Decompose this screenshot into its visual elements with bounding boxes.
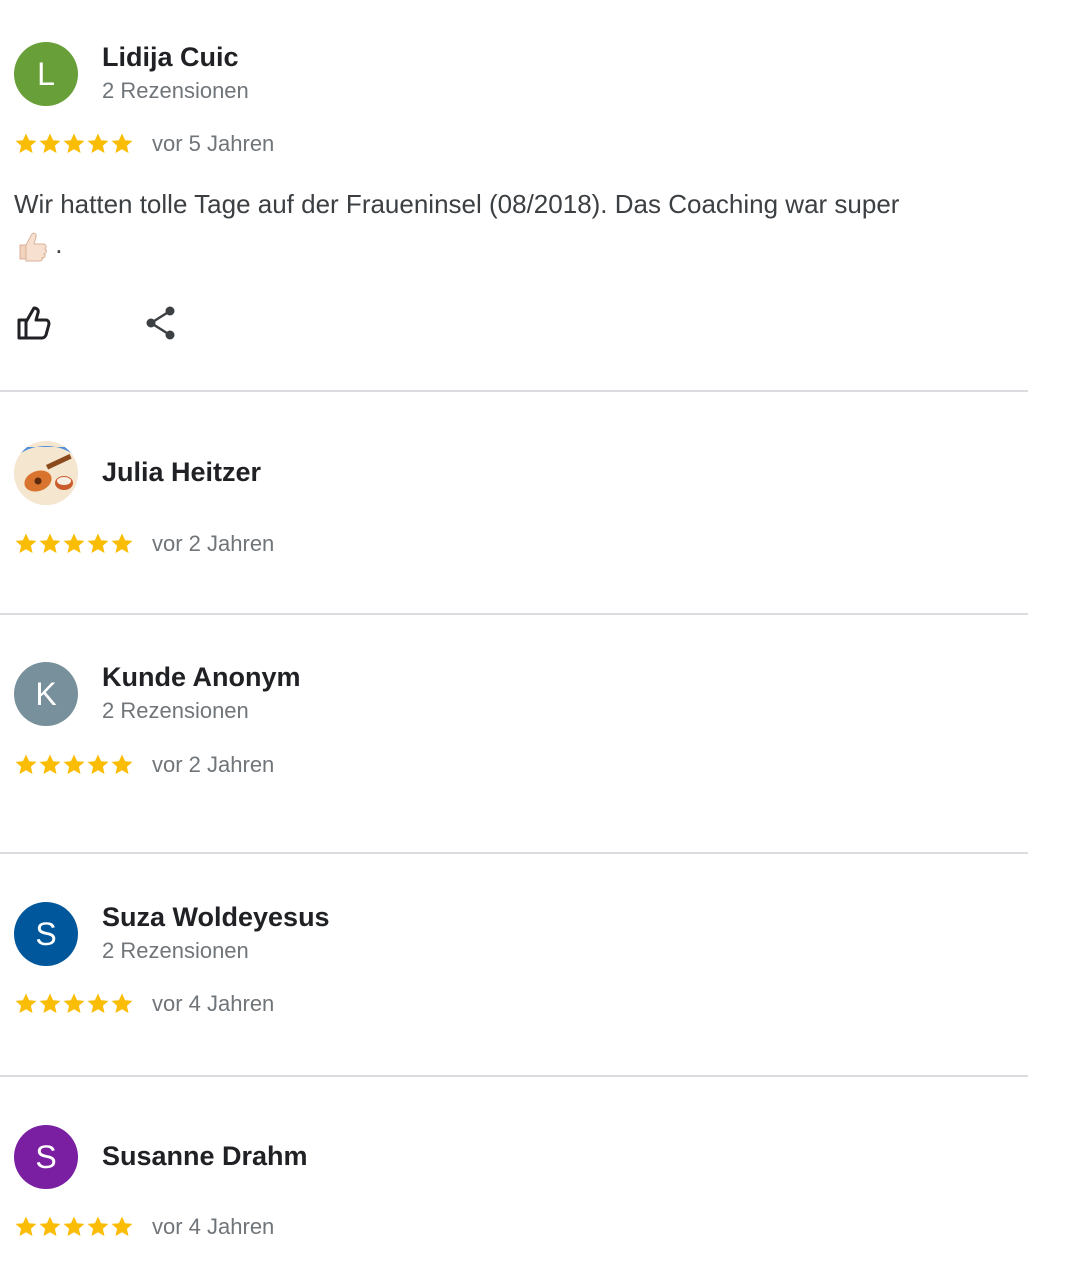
star-icon — [87, 533, 109, 553]
avatar[interactable]: S — [14, 902, 78, 966]
review-date: vor 5 Jahren — [152, 131, 275, 156]
share-icon — [146, 306, 175, 340]
star-icon — [87, 1216, 109, 1236]
star-icon — [39, 1216, 61, 1236]
star-icon — [111, 754, 133, 774]
review-date: vor 2 Jahren — [152, 752, 275, 777]
reviewer-name[interactable]: Susanne Drahm — [102, 1141, 308, 1172]
star-rating — [14, 532, 134, 556]
review-text: Wir hatten tolle Tage auf der Fraueninse… — [14, 184, 1004, 264]
reviewer-name[interactable]: Kunde Anonym — [102, 662, 301, 693]
review-header: K Kunde Anonym 2 Rezensionen — [0, 662, 1028, 726]
star-icon — [111, 993, 133, 1013]
star-icon — [15, 993, 37, 1013]
star-icon — [111, 533, 133, 553]
ukulele-photo — [14, 441, 78, 505]
star-icon — [87, 993, 109, 1013]
star-icon — [39, 133, 61, 153]
star-icon — [87, 133, 109, 153]
review-header: L Lidija Cuic 2 Rezensionen — [0, 42, 1028, 106]
review-header: S Suza Woldeyesus 2 Rezensionen — [0, 902, 1028, 966]
review-item: Julia Heitzer vor 2 Jahren — [0, 392, 1028, 615]
review-count: 2 Rezensionen — [102, 938, 249, 963]
star-icon — [63, 754, 85, 774]
star-icon — [63, 1216, 85, 1236]
avatar[interactable]: K — [14, 662, 78, 726]
thumbs-up-emoji — [14, 229, 48, 263]
rating-row: vor 4 Jahren — [14, 1214, 274, 1240]
review-header: S Susanne Drahm — [0, 1125, 1028, 1189]
star-icon — [39, 754, 61, 774]
like-icon — [17, 306, 51, 340]
review-item: S Suza Woldeyesus 2 Rezensionen vor 4 Ja… — [0, 854, 1028, 1077]
star-icon — [15, 754, 37, 774]
star-icon — [111, 133, 133, 153]
review-text-suffix: . — [55, 229, 63, 259]
star-icon — [63, 133, 85, 153]
rating-row: vor 2 Jahren — [14, 531, 274, 557]
star-icon — [87, 754, 109, 774]
review-header: Julia Heitzer — [0, 441, 1028, 505]
review-count: 2 Rezensionen — [102, 698, 249, 723]
avatar[interactable] — [14, 441, 78, 505]
like-button[interactable] — [14, 303, 54, 343]
reviewer-name[interactable]: Julia Heitzer — [102, 457, 261, 488]
star-icon — [63, 993, 85, 1013]
share-button[interactable] — [142, 303, 182, 343]
rating-row: vor 2 Jahren — [14, 752, 274, 778]
review-list: L Lidija Cuic 2 Rezensionen vor 5 Jahren… — [0, 0, 1028, 1266]
star-icon — [15, 533, 37, 553]
star-icon — [111, 1216, 133, 1236]
review-date: vor 4 Jahren — [152, 991, 275, 1016]
review-item: L Lidija Cuic 2 Rezensionen vor 5 Jahren… — [0, 0, 1028, 392]
review-item: S Susanne Drahm vor 4 Jahren — [0, 1077, 1028, 1266]
review-item: K Kunde Anonym 2 Rezensionen vor 2 Jahre… — [0, 615, 1028, 854]
avatar[interactable]: S — [14, 1125, 78, 1189]
review-date: vor 4 Jahren — [152, 1214, 275, 1239]
star-rating — [14, 992, 134, 1016]
review-actions — [14, 303, 182, 343]
reviewer-name[interactable]: Suza Woldeyesus — [102, 902, 330, 933]
review-text-body: Wir hatten tolle Tage auf der Fraueninse… — [14, 189, 900, 219]
rating-row: vor 4 Jahren — [14, 991, 274, 1017]
rating-row: vor 5 Jahren — [14, 131, 274, 157]
avatar[interactable]: L — [14, 42, 78, 106]
reviewer-name[interactable]: Lidija Cuic — [102, 42, 239, 73]
star-icon — [15, 133, 37, 153]
star-rating — [14, 753, 134, 777]
star-icon — [63, 533, 85, 553]
star-rating — [14, 132, 134, 156]
star-icon — [15, 1216, 37, 1236]
star-icon — [39, 533, 61, 553]
star-rating — [14, 1215, 134, 1239]
star-icon — [39, 993, 61, 1013]
review-count: 2 Rezensionen — [102, 78, 249, 103]
review-date: vor 2 Jahren — [152, 531, 275, 556]
